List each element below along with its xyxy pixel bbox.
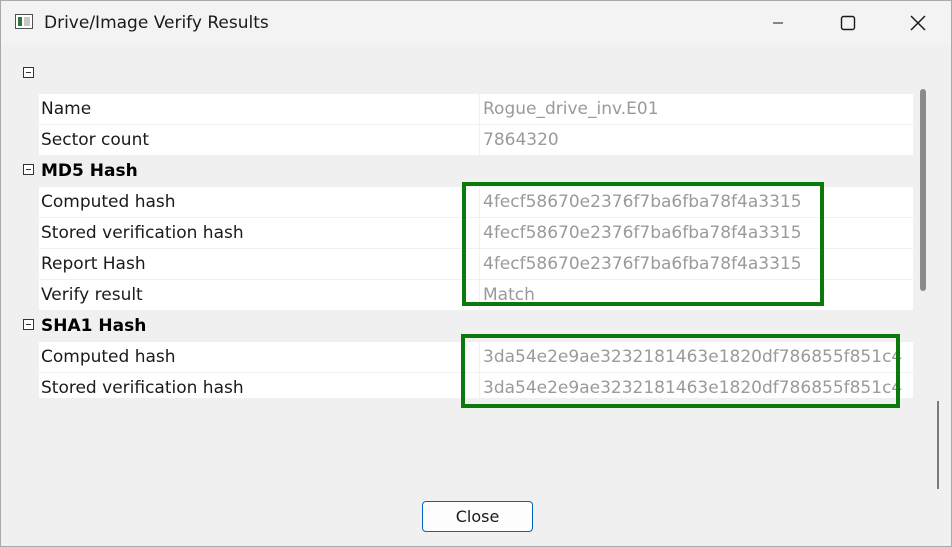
collapse-icon[interactable] bbox=[23, 164, 34, 175]
property-label: Stored verification hash bbox=[39, 218, 479, 248]
minimize-button[interactable] bbox=[743, 1, 813, 45]
sha1-highlight-box bbox=[461, 334, 900, 408]
collapse-icon[interactable] bbox=[23, 319, 34, 330]
property-value[interactable]: Rogue_drive_inv.E01 bbox=[480, 94, 913, 124]
property-value[interactable]: 7864320 bbox=[480, 125, 913, 155]
property-label: Computed hash bbox=[39, 342, 479, 372]
maximize-icon bbox=[840, 15, 856, 31]
collapse-icon[interactable] bbox=[23, 67, 34, 78]
title-bar[interactable]: Drive/Image Verify Results bbox=[1, 1, 951, 45]
md5-highlight-box bbox=[462, 182, 824, 306]
property-label: Verify result bbox=[39, 280, 479, 310]
property-row-sector-count[interactable]: Sector count 7864320 bbox=[15, 125, 913, 156]
root-category-row[interactable] bbox=[15, 59, 913, 90]
property-label: Name bbox=[39, 94, 479, 124]
property-label: Report Hash bbox=[39, 249, 479, 279]
close-icon bbox=[910, 15, 926, 31]
close-button[interactable]: Close bbox=[422, 501, 533, 532]
property-label: Sector count bbox=[39, 125, 479, 155]
property-label: Computed hash bbox=[39, 187, 479, 217]
maximize-button[interactable] bbox=[813, 1, 883, 45]
close-window-button[interactable] bbox=[883, 1, 952, 45]
property-row-name[interactable]: Name Rogue_drive_inv.E01 bbox=[15, 94, 913, 125]
property-label: Stored verification hash bbox=[39, 373, 479, 398]
window-title: Drive/Image Verify Results bbox=[44, 13, 269, 33]
scrollbar-thumb[interactable] bbox=[920, 89, 926, 291]
minimize-icon bbox=[773, 22, 783, 24]
vertical-scrollbar[interactable] bbox=[915, 89, 931, 397]
resize-handle[interactable] bbox=[937, 401, 939, 489]
dialog-window: Drive/Image Verify Results Name Rogue_dr… bbox=[0, 0, 952, 547]
app-icon bbox=[15, 14, 33, 29]
